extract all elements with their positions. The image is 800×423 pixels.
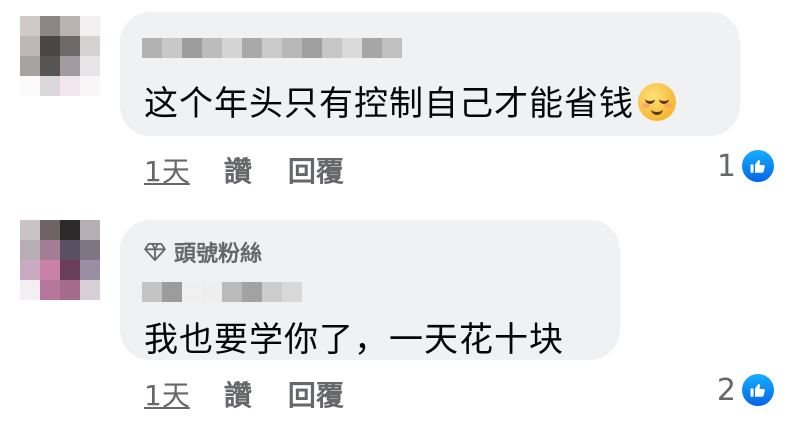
badge-label: 頭號粉絲 xyxy=(174,242,263,267)
reply-button[interactable]: 回覆 xyxy=(288,150,344,190)
reaction-count[interactable]: 2 xyxy=(717,372,776,408)
comment-bubble: 这个年头只有控制自己才能省钱 xyxy=(120,12,740,136)
reaction-count-number: 2 xyxy=(716,372,736,408)
comment-1: 这个年头只有控制自己才能省钱 1天 讚 回覆 1 xyxy=(0,0,800,200)
avatar[interactable] xyxy=(20,220,100,300)
thumbs-up-icon xyxy=(740,372,776,408)
comment-text-body: 我也要学你了，一天花十块 xyxy=(144,320,564,360)
reaction-count[interactable]: 1 xyxy=(717,148,776,184)
comment-2: 頭號粉絲 我也要学你了，一天花十块 1天 讚 回覆 2 xyxy=(0,200,800,423)
comment-text: 我也要学你了，一天花十块 xyxy=(144,312,564,361)
like-button[interactable]: 讚 xyxy=(224,374,252,414)
reaction-count-number: 1 xyxy=(716,148,736,184)
diamond-icon xyxy=(144,243,166,261)
like-button[interactable]: 讚 xyxy=(224,150,252,190)
comment-text: 这个年头只有控制自己才能省钱 xyxy=(144,76,676,125)
author-name-redacted[interactable] xyxy=(142,38,402,58)
author-name-redacted[interactable] xyxy=(142,282,302,302)
timestamp-link[interactable]: 1天 xyxy=(144,150,190,190)
reply-button[interactable]: 回覆 xyxy=(288,374,344,414)
top-fan-badge: 頭號粉絲 xyxy=(144,236,262,268)
avatar[interactable] xyxy=(20,16,100,96)
relieved-face-icon xyxy=(638,83,676,121)
comment-actions: 1天 讚 回覆 xyxy=(144,150,344,190)
thumbs-up-icon xyxy=(740,148,776,184)
timestamp-link[interactable]: 1天 xyxy=(144,374,190,414)
comment-text-body: 这个年头只有控制自己才能省钱 xyxy=(144,84,634,124)
comment-bubble: 頭號粉絲 我也要学你了，一天花十块 xyxy=(120,220,620,360)
comment-actions: 1天 讚 回覆 xyxy=(144,374,344,414)
